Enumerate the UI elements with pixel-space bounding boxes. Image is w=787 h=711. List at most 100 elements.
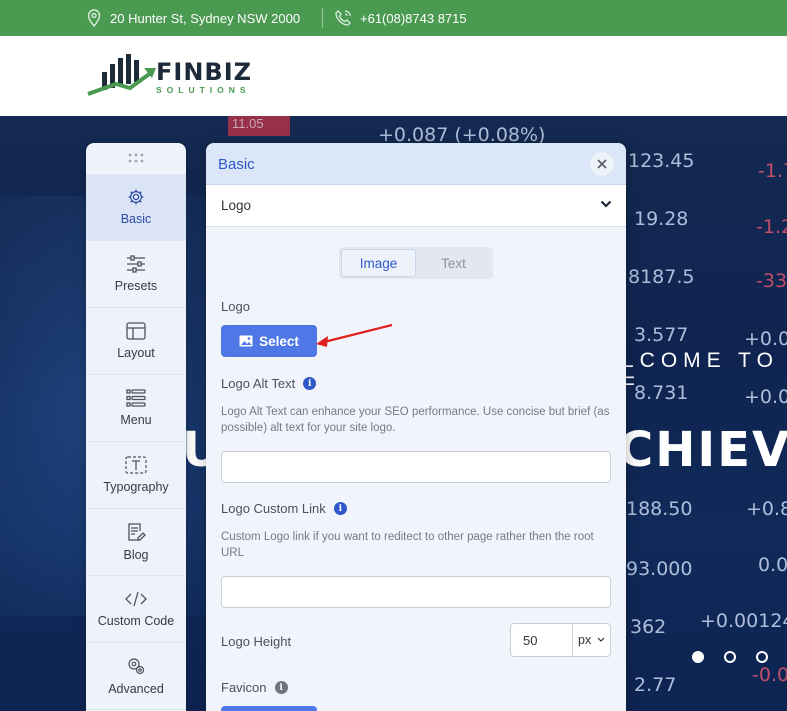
sidebar-item-label: Custom Code [97, 614, 175, 628]
carousel-dot[interactable] [756, 651, 768, 663]
sidebar-item-label: Basic [120, 212, 152, 226]
info-icon[interactable]: i [274, 681, 288, 694]
ticker-value: -1.70 [758, 160, 787, 182]
ticker-value: +0.00124 [700, 610, 787, 632]
info-icon[interactable]: i [333, 502, 347, 515]
ticker-value: 188.50 [626, 498, 693, 520]
custom-link-label: Logo Custom Link i [221, 501, 347, 516]
logo-subtext: SOLUTIONS [156, 85, 251, 95]
phone-item[interactable]: +61(08)8743 8715 [334, 0, 467, 36]
carousel-dots [692, 651, 768, 663]
sidebar-item-label: Blog [123, 548, 149, 562]
logo-height-label-text: Logo Height [221, 634, 292, 649]
sidebar-item-blog[interactable]: Blog [86, 509, 186, 576]
ticker-highlight: 11.05 [228, 116, 290, 136]
top-contact-bar: 20 Hunter St, Sydney NSW 2000 +61(08)874… [0, 0, 787, 36]
ticker-value: 93.000 [626, 558, 693, 580]
unit-select[interactable]: px [573, 624, 610, 656]
image-icon [239, 335, 253, 347]
customizer-sidebar: Basic Presets Layout Menu Typography Blo… [86, 143, 186, 711]
panel-header: Basic [206, 143, 626, 185]
sidebar-item-label: Presets [114, 279, 158, 293]
section-dropdown[interactable]: Logo [206, 185, 626, 227]
logo-height-label: Logo Height [221, 634, 291, 649]
typography-icon [125, 456, 147, 474]
logo-type-toggle: Image Text [339, 247, 493, 279]
site-logo[interactable]: FINBIZ SOLUTIONS [86, 54, 266, 98]
info-icon[interactable]: i [303, 377, 317, 390]
chevron-down-icon [597, 637, 605, 642]
layout-icon [126, 322, 146, 340]
close-button[interactable] [590, 152, 614, 176]
ticker-value: +0.030 [744, 328, 787, 350]
code-icon [125, 590, 147, 608]
chevron-down-icon [600, 200, 612, 208]
sidebar-item-presets[interactable]: Presets [86, 241, 186, 308]
tab-text[interactable]: Text [416, 249, 491, 277]
ticker-value: 362 [630, 616, 667, 638]
alt-text-label: Logo Alt Text i [221, 376, 317, 391]
sidebar-item-menu[interactable]: Menu [86, 375, 186, 442]
advanced-icon [126, 656, 146, 676]
select-button-label: Select [259, 333, 299, 349]
ticker-value: +0.85 [746, 498, 787, 520]
custom-link-help: Custom Logo link if you want to reditect… [221, 531, 594, 559]
logo-height-control: 50 px [510, 623, 611, 657]
ticker-value: -33.5 [756, 270, 787, 292]
ticker-value: 3.577 [634, 324, 689, 346]
logo-select-button[interactable]: Select [221, 325, 317, 357]
sidebar-item-label: Typography [103, 480, 169, 494]
sidebar-item-advanced[interactable]: Advanced [86, 643, 186, 710]
address-item: 20 Hunter St, Sydney NSW 2000 [86, 0, 300, 36]
panel-title: Basic [218, 156, 255, 173]
logo-label-text: Logo [221, 299, 250, 314]
ticker-value: 0.00 [758, 554, 787, 576]
menu-icon [126, 389, 146, 407]
annotation-arrow [316, 323, 393, 347]
close-icon [597, 159, 607, 169]
favicon-select-button[interactable] [221, 706, 317, 711]
address-text: 20 Hunter St, Sydney NSW 2000 [110, 10, 301, 26]
ticker-value: +0.050 [744, 386, 787, 408]
ticker-value: -1.27 [756, 216, 787, 238]
tab-image[interactable]: Image [341, 249, 416, 277]
sidebar-item-custom-code[interactable]: Custom Code [86, 576, 186, 643]
unit-select-value: px [578, 633, 592, 647]
blog-icon [126, 522, 146, 542]
carousel-dot[interactable] [724, 651, 736, 663]
ticker-value: 8187.5 [628, 266, 695, 288]
alt-text-help: Logo Alt Text can enhance your SEO perfo… [221, 406, 610, 434]
ticker-value: 123.45 [628, 150, 695, 172]
hero-headline-right: CHIEVIN [618, 422, 787, 478]
sidebar-item-label: Menu [120, 413, 152, 427]
phone-text: +61(08)8743 8715 [360, 10, 467, 26]
phone-icon [334, 9, 352, 27]
drag-handle-icon[interactable] [86, 143, 186, 173]
section-dropdown-value: Logo [221, 198, 252, 213]
sidebar-item-layout[interactable]: Layout [86, 308, 186, 375]
sidebar-item-label: Advanced [108, 682, 164, 696]
map-pin-icon [86, 9, 102, 27]
ticker-value: 19.28 [634, 208, 689, 230]
sidebar-item-typography[interactable]: Typography [86, 442, 186, 509]
ticker-value: 2.77 [634, 674, 677, 696]
logo-field-label: Logo [221, 299, 250, 314]
custom-link-input[interactable] [221, 576, 611, 608]
carousel-dot[interactable] [692, 651, 704, 663]
custom-link-label-text: Logo Custom Link [221, 501, 326, 516]
site-header: FINBIZ SOLUTIONS [0, 36, 787, 116]
alt-text-input[interactable] [221, 451, 611, 483]
logo-mark-icon [87, 54, 156, 96]
ticker-value: -0.018 [752, 664, 787, 686]
gear-icon [127, 188, 145, 206]
alt-text-label-text: Logo Alt Text [221, 376, 296, 391]
settings-panel: Basic Logo Image Text Logo Select Logo A… [206, 143, 626, 711]
sliders-icon [126, 255, 146, 273]
favicon-label: Favicon i [221, 680, 288, 695]
topbar-divider [322, 8, 323, 28]
sidebar-item-label: Layout [117, 346, 155, 360]
ticker-value: 8.731 [634, 382, 689, 404]
sidebar-item-basic[interactable]: Basic [86, 174, 186, 241]
logo-wordmark: FINBIZ [156, 58, 253, 86]
logo-height-input[interactable]: 50 [511, 624, 573, 656]
